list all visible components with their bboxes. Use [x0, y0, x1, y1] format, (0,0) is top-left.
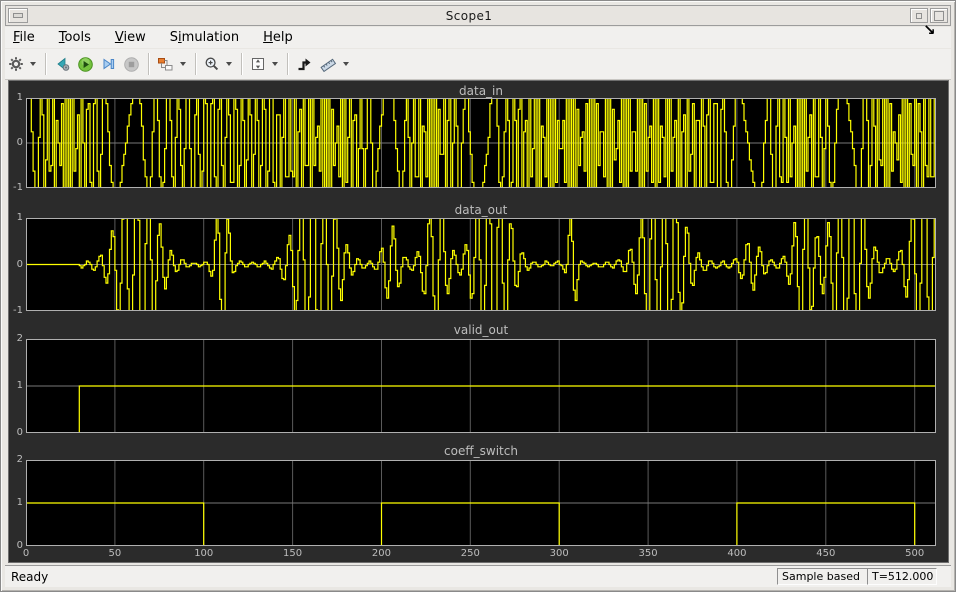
window-menu-button[interactable] — [8, 8, 28, 23]
gear-icon — [9, 57, 23, 71]
fit-to-view-dropdown-arrow[interactable] — [272, 62, 278, 66]
y-tick-label: 0 — [16, 540, 23, 551]
step-forward-icon — [103, 58, 115, 70]
y-tick-label: 1 — [16, 92, 23, 103]
scope-window: Scope1 File Tools View Simulation Help d… — [0, 0, 956, 592]
y-tick-label: 0 — [16, 137, 23, 148]
toolbar-separator — [241, 53, 242, 75]
parameters-button[interactable] — [6, 52, 26, 76]
toolbar-separator — [195, 53, 196, 75]
x-tick-label: 250 — [460, 548, 480, 559]
menu-simulation[interactable]: Simulation — [162, 28, 247, 47]
toolbar — [5, 49, 951, 80]
step-forward-button[interactable] — [98, 52, 119, 76]
signal-selector-button[interactable] — [155, 52, 176, 76]
step-back-button[interactable] — [52, 52, 73, 76]
plot-coeff-switch — [26, 460, 936, 546]
simulation-time-indicator: T=512.000 — [867, 568, 937, 585]
panel-title-data-in: data_in — [459, 84, 503, 98]
window-title: Scope1 — [445, 8, 493, 23]
x-tick-label: 100 — [194, 548, 214, 559]
trigger-icon — [298, 58, 311, 71]
x-tick-label: 500 — [905, 548, 925, 559]
measurements-button[interactable] — [317, 52, 339, 76]
x-tick-label: 350 — [638, 548, 658, 559]
y-tick-label: 1 — [16, 212, 23, 223]
title-bar: Scope1 — [5, 5, 951, 26]
x-tick-label: 450 — [816, 548, 836, 559]
signal-selector-dropdown-arrow[interactable] — [180, 62, 186, 66]
menu-tools[interactable]: Tools — [51, 28, 99, 47]
menu-file[interactable]: File — [5, 28, 43, 47]
plot-data-in — [26, 98, 936, 188]
panel-title-valid-out: valid_out — [453, 323, 509, 337]
toolbar-separator — [45, 53, 46, 75]
toolbar-separator — [148, 53, 149, 75]
parameters-dropdown-arrow[interactable] — [30, 62, 36, 66]
toolbar-separator — [287, 53, 288, 75]
y-tick-label: 2 — [16, 454, 23, 465]
measurements-dropdown-arrow[interactable] — [343, 62, 349, 66]
window-menu-icon — [13, 13, 23, 18]
minimize-icon — [916, 12, 922, 19]
status-bar: Ready Sample based T=512.000 — [5, 565, 951, 587]
zoom-in-icon — [205, 57, 219, 71]
status-message: Ready — [11, 569, 49, 584]
scope-display: data_in data_out valid_out coeff_switch … — [8, 80, 949, 563]
maximize-icon — [934, 10, 944, 21]
menu-view[interactable]: View — [107, 28, 154, 47]
y-tick-label: 0 — [16, 427, 23, 438]
x-tick-label: 50 — [108, 548, 122, 559]
zoom-button[interactable] — [202, 52, 222, 76]
menu-help[interactable]: Help — [255, 28, 301, 47]
zoom-dropdown-arrow[interactable] — [226, 62, 232, 66]
step-back-icon — [57, 57, 70, 71]
panel-title-coeff-switch: coeff_switch — [444, 444, 518, 458]
plot-data-out — [26, 218, 936, 311]
signal-selector-icon — [158, 58, 173, 71]
plot-valid-out — [26, 339, 936, 433]
y-tick-label: -1 — [13, 305, 23, 316]
panel-title-data-out: data_out — [454, 203, 508, 217]
x-tick-label: 0 — [22, 548, 30, 559]
run-button[interactable] — [75, 52, 96, 76]
fit-axes-icon — [252, 58, 264, 70]
run-icon — [78, 56, 93, 72]
y-tick-label: 1 — [16, 497, 23, 508]
triggers-button[interactable] — [294, 52, 315, 76]
x-tick-label: 150 — [283, 548, 303, 559]
fit-to-view-button[interactable] — [248, 52, 268, 76]
x-tick-label: 300 — [549, 548, 569, 559]
y-tick-label: 0 — [16, 258, 23, 270]
y-tick-label: 1 — [16, 380, 23, 391]
x-tick-label: 200 — [371, 548, 392, 559]
y-tick-label: 2 — [16, 333, 23, 344]
ruler-icon — [320, 58, 337, 72]
stop-button[interactable] — [121, 52, 142, 76]
menubar: File Tools View Simulation Help — [5, 27, 951, 48]
stop-icon — [124, 56, 139, 72]
mouse-cursor: ↘ — [923, 21, 936, 39]
y-tick-label: -1 — [13, 182, 23, 193]
x-tick-label: 400 — [727, 548, 747, 559]
sample-mode-indicator: Sample based — [777, 568, 869, 585]
